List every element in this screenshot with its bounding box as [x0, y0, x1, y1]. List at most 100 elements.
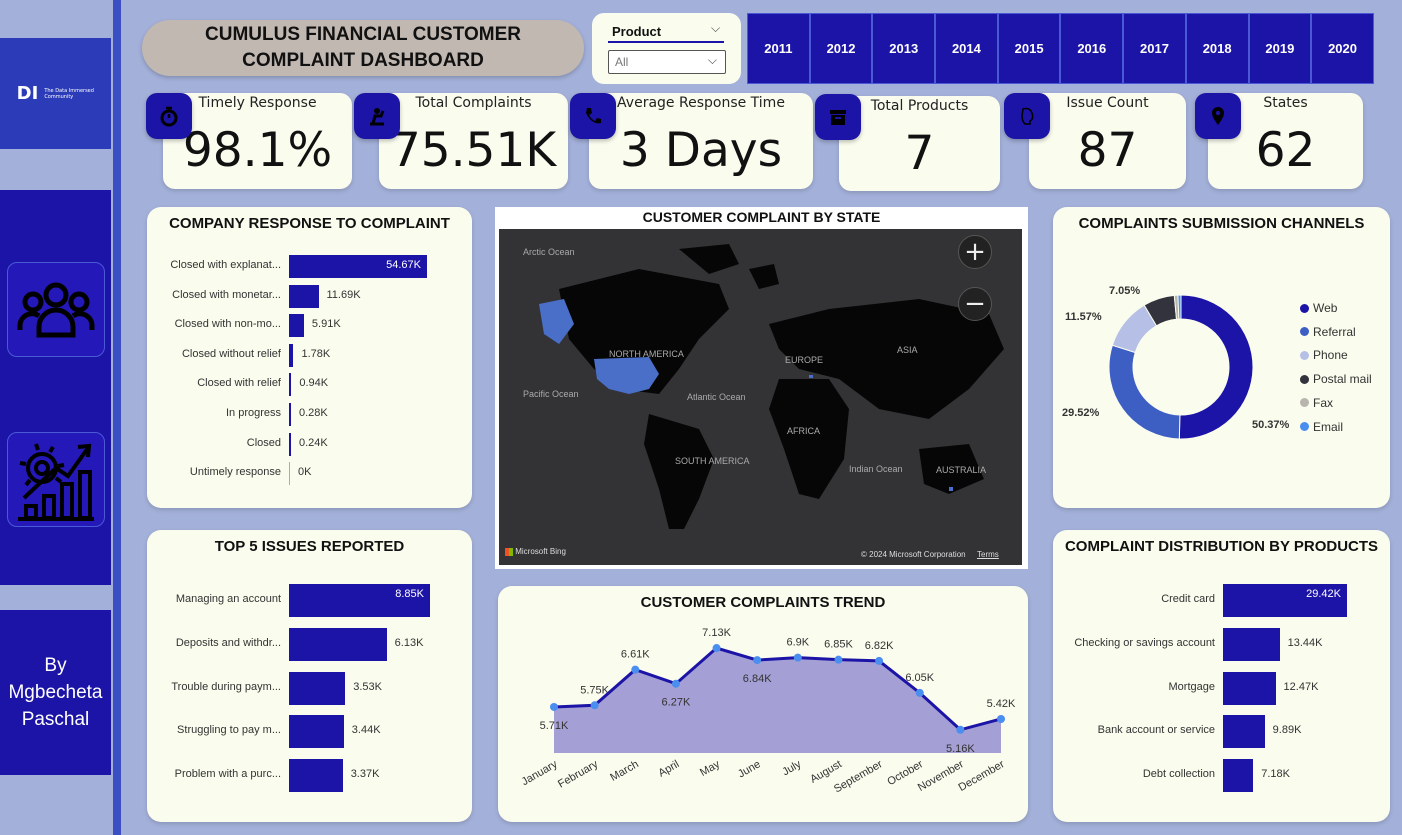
bar[interactable]: 54.67K — [289, 255, 427, 278]
response_panel-row[interactable]: In progress 0.28K — [147, 403, 472, 426]
nav-analytics-button[interactable] — [7, 432, 105, 527]
year-2019-button[interactable]: 2019 — [1248, 13, 1312, 84]
legend-item[interactable]: Web — [1300, 301, 1337, 315]
year-2012-button[interactable]: 2012 — [809, 13, 873, 84]
year-2015-button[interactable]: 2015 — [997, 13, 1061, 84]
bar[interactable] — [1223, 671, 1276, 705]
trend-point[interactable] — [590, 701, 599, 710]
bar-label: Closed with explanat... — [170, 259, 281, 271]
donut-slice-email[interactable] — [1177, 294, 1182, 320]
response_panel-row[interactable]: Closed without relief 1.78K — [147, 343, 472, 367]
legend-item[interactable]: Phone — [1300, 348, 1348, 362]
bar[interactable]: 8.85K — [289, 584, 430, 617]
bar[interactable] — [289, 403, 291, 426]
trend-point[interactable] — [834, 655, 843, 664]
trend-point[interactable] — [875, 656, 884, 665]
filter-collapse-icon[interactable]: ⌵ — [711, 21, 720, 36]
bar-value: 54.67K — [386, 259, 421, 271]
bar[interactable] — [289, 432, 291, 456]
trend-point[interactable] — [793, 653, 802, 662]
map-terms-link[interactable]: Terms — [977, 550, 999, 559]
trend-month-label: January — [520, 758, 560, 788]
legend-item[interactable]: Fax — [1300, 396, 1333, 410]
products_panel-row[interactable]: Bank account or service 9.89K — [1053, 715, 1390, 749]
sidebar-divider — [113, 0, 121, 835]
issue-icon — [1004, 93, 1050, 139]
issues_panel-row[interactable]: Managing an account 8.85K — [147, 584, 472, 617]
year-2013-button[interactable]: 2013 — [872, 13, 936, 84]
products_panel-row[interactable]: Checking or savings account 13.44K — [1053, 627, 1390, 661]
year-2018-button[interactable]: 2018 — [1185, 13, 1249, 84]
product-distribution-panel: COMPLAINT DISTRIBUTION BY PRODUCTS Credi… — [1053, 530, 1390, 822]
issues_panel-row[interactable]: Deposits and withdr... 6.13K — [147, 627, 472, 661]
zoom-in-button[interactable]: + — [958, 235, 992, 269]
bar[interactable] — [289, 314, 304, 338]
bar[interactable] — [1223, 759, 1254, 793]
trend-point[interactable] — [997, 714, 1005, 723]
map-label-atlantic: Atlantic Ocean — [687, 392, 746, 402]
issues_panel-row[interactable]: Problem with a purc... 3.37K — [147, 759, 472, 793]
legend-dot — [1300, 327, 1309, 337]
bar-value: 9.89K — [1272, 724, 1302, 737]
trend-point[interactable] — [956, 725, 965, 734]
kpi-issue-count: Issue Count 87 — [1029, 93, 1186, 189]
map-title: CUSTOMER COMPLAINT BY STATE — [642, 209, 881, 225]
products_panel-row[interactable]: Mortgage 12.47K — [1053, 671, 1390, 705]
kpi-value: 7 — [904, 126, 935, 181]
bar-label: Closed with non-mo... — [174, 318, 281, 331]
trend-point[interactable] — [915, 688, 924, 697]
trend-point[interactable] — [550, 702, 558, 711]
bar[interactable] — [289, 715, 344, 749]
legend-item[interactable]: Email — [1300, 420, 1343, 434]
filter-label: Product — [612, 24, 662, 39]
trend-point[interactable] — [671, 679, 680, 688]
bar-label: Closed with monetar... — [172, 288, 281, 301]
bar[interactable] — [289, 343, 294, 367]
bar[interactable] — [1223, 715, 1265, 749]
donut-slice-web[interactable] — [1178, 294, 1254, 440]
bar[interactable]: 29.42K — [1223, 584, 1347, 617]
trend-point[interactable] — [712, 644, 721, 653]
dropdown-value: All — [615, 55, 629, 69]
year-2020-button[interactable]: 2020 — [1311, 13, 1374, 84]
complaints-trend-panel: CUSTOMER COMPLAINTS TREND 5.71K January 5.… — [498, 586, 1028, 822]
year-2011-button[interactable]: 2011 — [747, 13, 810, 84]
donut-slice-referral[interactable] — [1108, 344, 1181, 440]
response_panel-row[interactable]: Untimely response 0K — [147, 462, 472, 486]
bar-value: 29.42K — [1306, 588, 1341, 600]
legend-item[interactable]: Referral — [1300, 325, 1356, 339]
bar-label: Debt collection — [1142, 768, 1215, 781]
bar[interactable] — [289, 759, 343, 793]
year-2017-button[interactable]: 2017 — [1123, 13, 1186, 84]
response_panel-row[interactable]: Closed with non-mo... 5.91K — [147, 314, 472, 338]
bar[interactable] — [1223, 627, 1280, 661]
trend-point[interactable] — [631, 665, 640, 674]
issues_panel-row[interactable]: Trouble during paym... 3.53K — [147, 671, 472, 705]
bar-label: Credit card — [1161, 593, 1215, 605]
bar[interactable] — [289, 462, 290, 486]
bar[interactable] — [289, 627, 387, 661]
trend-point[interactable] — [753, 656, 762, 665]
archive-box-icon — [815, 94, 861, 140]
bar[interactable] — [289, 373, 292, 397]
world-map[interactable]: Arctic Ocean NORTH AMERICA EUROPE ASIA P… — [499, 229, 1022, 565]
product-dropdown[interactable]: All ⌵ — [608, 50, 726, 74]
legend-item[interactable]: Postal mail — [1300, 372, 1372, 386]
trend-value-label: 6.82K — [865, 640, 894, 652]
products_panel-row[interactable]: Debt collection 7.18K — [1053, 759, 1390, 793]
response_panel-row[interactable]: Closed with relief 0.94K — [147, 373, 472, 397]
nav-customers-button[interactable] — [7, 262, 105, 357]
response_panel-row[interactable]: Closed with explanat... 54.67K — [147, 255, 472, 278]
logo: DI The Data Immersed Community — [0, 38, 111, 149]
zoom-out-button[interactable]: − — [958, 287, 992, 321]
issues_panel-row[interactable]: Struggling to pay m... 3.44K — [147, 715, 472, 749]
trend-value-label: 5.71K — [540, 720, 569, 732]
year-2014-button[interactable]: 2014 — [935, 13, 998, 84]
bar[interactable] — [289, 671, 346, 705]
bar[interactable] — [289, 284, 319, 308]
year-2016-button[interactable]: 2016 — [1060, 13, 1124, 84]
response_panel-row[interactable]: Closed with monetar... 11.69K — [147, 284, 472, 308]
response_panel-row[interactable]: Closed 0.24K — [147, 432, 472, 456]
trend-month-label: April — [656, 758, 681, 779]
products_panel-row[interactable]: Credit card 29.42K — [1053, 584, 1390, 617]
